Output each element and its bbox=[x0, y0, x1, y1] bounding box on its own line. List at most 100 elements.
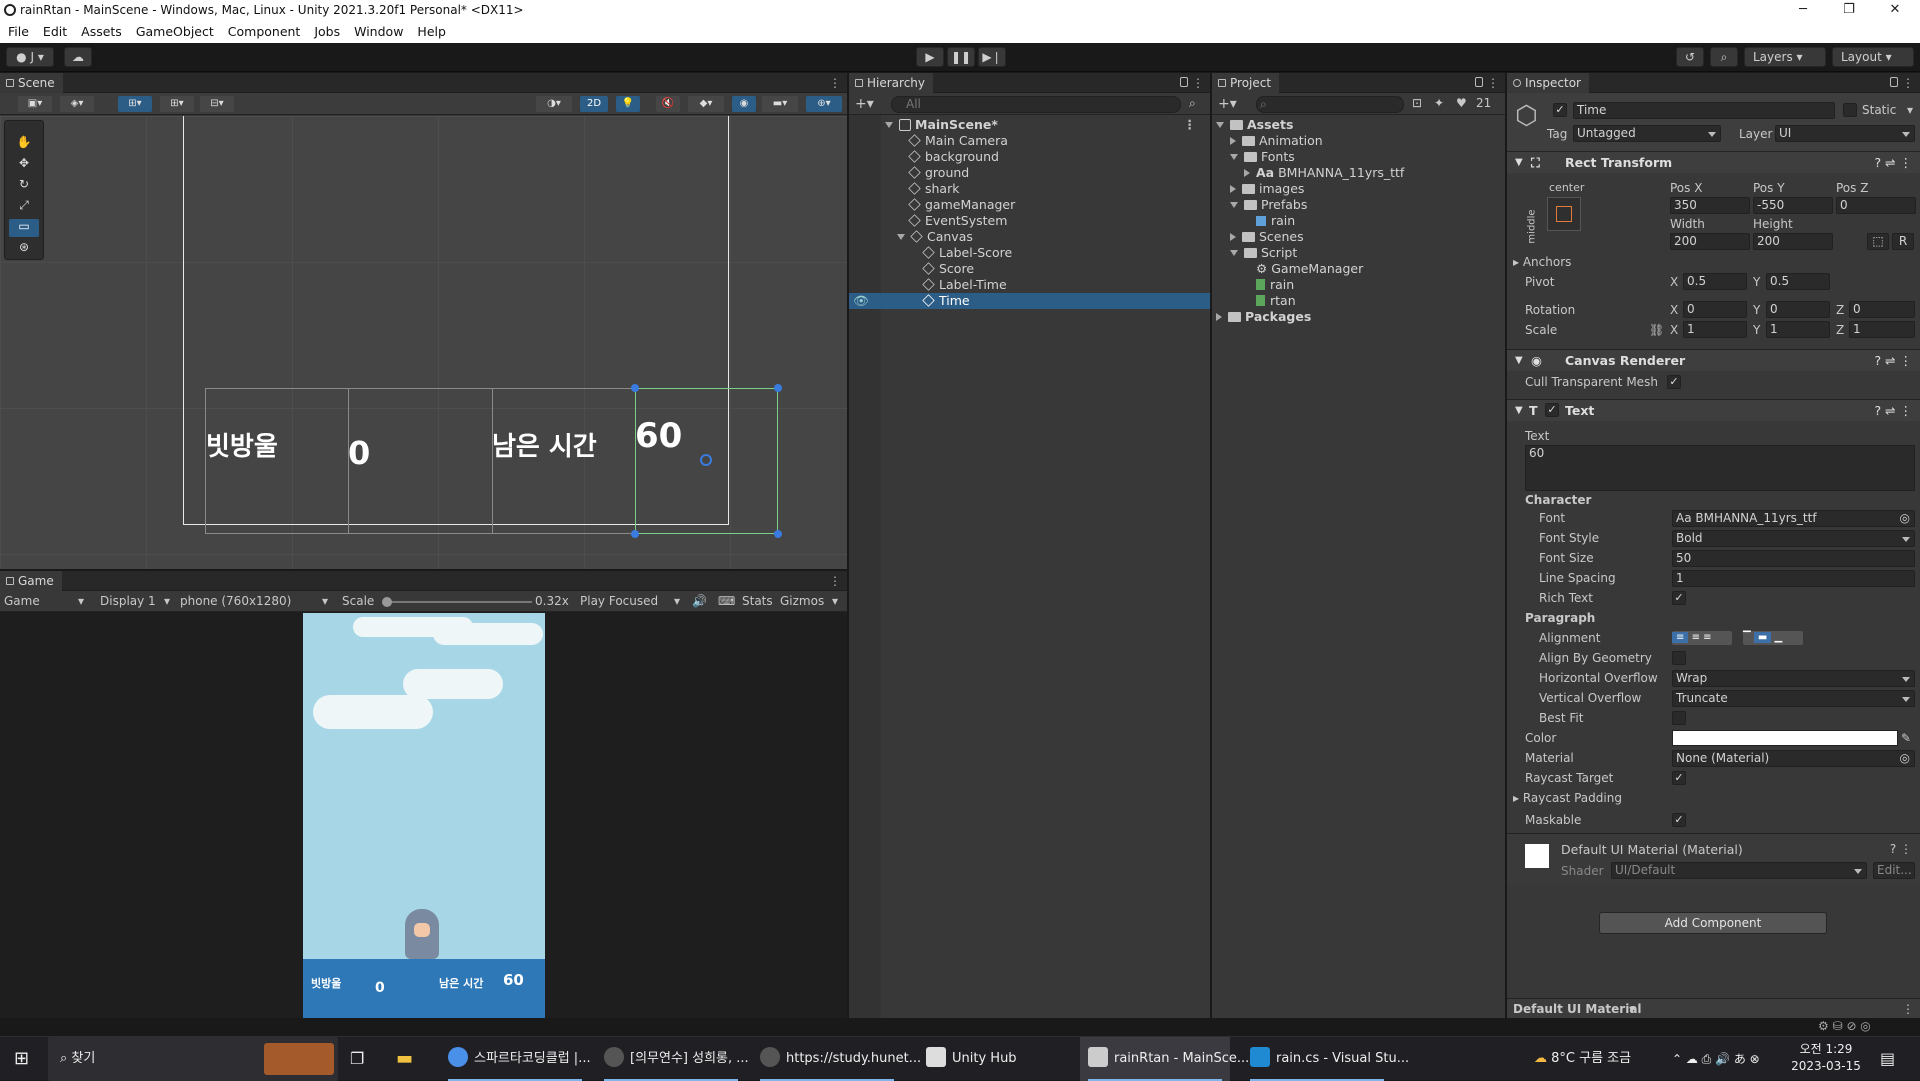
posz-input[interactable]: 0 bbox=[1836, 197, 1916, 214]
grid-snap-icon[interactable]: ⊞▾ bbox=[160, 96, 194, 112]
close-button[interactable]: ✕ bbox=[1872, 0, 1918, 22]
rect-handle[interactable] bbox=[631, 530, 639, 538]
eyedropper-icon[interactable]: ✎ bbox=[1901, 731, 1911, 745]
task-view-icon[interactable]: ❐ bbox=[350, 1037, 364, 1081]
align-left-icon[interactable]: ≡ bbox=[1672, 632, 1689, 643]
hand-tool-icon[interactable]: ✋ bbox=[9, 135, 39, 153]
tray-icons[interactable]: ⌃ ☁ ⎙ 🔊 あ ⊗ bbox=[1672, 1037, 1760, 1081]
expand-icon[interactable] bbox=[1230, 154, 1238, 160]
tab-hierarchy[interactable]: Hierarchy bbox=[849, 73, 934, 93]
favorite-icon[interactable]: ♥ bbox=[1456, 96, 1467, 110]
add-component-button[interactable]: Add Component bbox=[1599, 912, 1827, 934]
static-checkbox[interactable] bbox=[1843, 103, 1857, 117]
font-style-dropdown[interactable]: Bold bbox=[1672, 530, 1915, 547]
raycast-padding-row[interactable]: ▸ Raycast Padding bbox=[1513, 791, 1622, 805]
posy-input[interactable]: -550 bbox=[1753, 197, 1833, 214]
project-images[interactable]: images bbox=[1212, 181, 1505, 197]
raw-edit-button[interactable]: R bbox=[1892, 233, 1914, 250]
rich-text-checkbox[interactable]: ✓ bbox=[1672, 591, 1686, 605]
menu-assets[interactable]: Assets bbox=[73, 22, 128, 39]
tab-scene[interactable]: Scene bbox=[0, 73, 63, 93]
hierarchy-item-label-time[interactable]: Label-Time bbox=[849, 277, 1210, 293]
hierarchy-item-time[interactable]: 👁 Time bbox=[849, 293, 1210, 309]
status-icons[interactable]: ⚙ ⛁ ⊘ ◎ bbox=[1818, 1019, 1871, 1033]
hierarchy-menu-icon[interactable]: ⋮ bbox=[1192, 76, 1204, 90]
layout-dropdown[interactable]: Layout ▾ bbox=[1832, 47, 1914, 67]
project-search-input[interactable]: ⌕ bbox=[1256, 96, 1404, 113]
anchor-preset-button[interactable] bbox=[1547, 197, 1581, 231]
weather-widget[interactable]: ☁ 8°C 구름 조금 bbox=[1534, 1037, 1631, 1081]
search-icon[interactable]: ⌕ bbox=[1710, 47, 1738, 67]
maximize-button[interactable]: ❐ bbox=[1826, 0, 1872, 22]
rot-y-input[interactable]: 0 bbox=[1766, 301, 1830, 318]
taskbar-app-chrome-1[interactable]: 스파르타코딩클럽 |... bbox=[440, 1037, 591, 1081]
keyboard-icon[interactable]: ⌨ bbox=[718, 594, 735, 608]
taskbar-app-chrome-2[interactable]: [의무연수] 성희롱, ... bbox=[596, 1037, 749, 1081]
game-view-dropdown[interactable]: Game bbox=[4, 594, 40, 608]
taskbar-app-unity-editor[interactable]: rainRtan - MainSce... bbox=[1080, 1037, 1249, 1081]
text-component-header[interactable]: ▼ T ✓ Text ? ⇌ ⋮ bbox=[1507, 399, 1920, 421]
project-script[interactable]: Script bbox=[1212, 245, 1505, 261]
edit-shader-button[interactable]: Edit... bbox=[1873, 862, 1915, 879]
hidden-objects-icon[interactable]: ◉ bbox=[732, 96, 756, 112]
object-picker-icon[interactable]: ◎ bbox=[1900, 751, 1910, 766]
tab-project[interactable]: Project bbox=[1212, 73, 1280, 93]
taskbar-app-vscode[interactable]: rain.cs - Visual Stu... bbox=[1242, 1037, 1409, 1081]
scene-menu-icon[interactable]: ⋮ bbox=[829, 76, 841, 90]
rect-handle[interactable] bbox=[774, 530, 782, 538]
step-button[interactable]: ▶❘ bbox=[978, 47, 1006, 67]
menu-help[interactable]: Help bbox=[409, 22, 452, 39]
pivot-handle[interactable] bbox=[700, 454, 712, 466]
vertical-overflow-dropdown[interactable]: Truncate bbox=[1672, 690, 1915, 707]
font-size-input[interactable]: 50 bbox=[1672, 550, 1915, 567]
gizmos-icon[interactable]: ⊕▾ bbox=[806, 96, 842, 112]
collapse-icon[interactable] bbox=[1244, 169, 1250, 177]
hierarchy-item-shark[interactable]: shark bbox=[849, 181, 1210, 197]
effects-icon[interactable]: ◆▾ bbox=[688, 96, 724, 112]
project-script-rain[interactable]: rain bbox=[1212, 277, 1505, 293]
history-icon[interactable]: ↺ bbox=[1676, 47, 1704, 67]
project-animation[interactable]: Animation bbox=[1212, 133, 1505, 149]
pivot-x-input[interactable]: 0.5 bbox=[1683, 273, 1747, 290]
width-input[interactable]: 200 bbox=[1670, 233, 1750, 250]
game-menu-icon[interactable]: ⋮ bbox=[829, 574, 841, 588]
active-checkbox[interactable]: ✓ bbox=[1553, 103, 1567, 117]
project-script-gamemanager[interactable]: ⚙ GameManager bbox=[1212, 261, 1505, 277]
search-by-label-icon[interactable]: ✦ bbox=[1434, 96, 1444, 110]
anchors-row[interactable]: ▸ Anchors bbox=[1513, 255, 1571, 269]
expand-icon[interactable] bbox=[1230, 250, 1238, 256]
windows-start-icon[interactable]: ⊞ bbox=[14, 1037, 29, 1081]
increment-snap-icon[interactable]: ⊟▾ bbox=[200, 96, 234, 112]
pause-button[interactable]: ❚❚ bbox=[947, 47, 975, 67]
hierarchy-item-background[interactable]: background bbox=[849, 149, 1210, 165]
resolution-dropdown[interactable]: phone (760x1280) bbox=[180, 594, 291, 608]
scene-viewport[interactable]: ✋ ✥ ↻ ⤢ ▭ ⊛ 빗방울 0 남은 시간 60 bbox=[0, 116, 847, 569]
project-fonts[interactable]: Fonts bbox=[1212, 149, 1505, 165]
mute-icon[interactable]: 🔊 bbox=[692, 594, 707, 608]
taskbar-app-unity-hub[interactable]: Unity Hub bbox=[918, 1037, 1068, 1081]
font-field[interactable]: Aa BMHANNA_11yrs_ttf ◎ bbox=[1672, 510, 1915, 527]
project-menu-icon[interactable]: ⋮ bbox=[1487, 76, 1499, 90]
play-button[interactable]: ▶ bbox=[916, 47, 944, 67]
shader-dropdown[interactable]: UI/Default bbox=[1611, 862, 1867, 879]
hierarchy-item-label-score[interactable]: Label-Score bbox=[849, 245, 1210, 261]
align-geometry-checkbox[interactable] bbox=[1672, 651, 1686, 665]
menu-edit[interactable]: Edit bbox=[35, 22, 73, 39]
align-middle-icon[interactable]: ▬ bbox=[1753, 632, 1772, 643]
best-fit-checkbox[interactable] bbox=[1672, 711, 1686, 725]
tab-inspector[interactable]: Inspector bbox=[1507, 73, 1589, 93]
static-caret[interactable]: ▾ bbox=[1907, 103, 1913, 117]
hierarchy-item-gamemanager[interactable]: gameManager bbox=[849, 197, 1210, 213]
project-font-file[interactable]: Aa BMHANNA_11yrs_ttf bbox=[1212, 165, 1505, 181]
tab-game[interactable]: Game bbox=[0, 571, 62, 591]
rect-tool-icon[interactable]: ▭ bbox=[9, 219, 39, 237]
notification-icon[interactable]: ▤ bbox=[1880, 1037, 1895, 1081]
preview-caret[interactable]: ▾ bbox=[1629, 1002, 1635, 1016]
hierarchy-search-input[interactable]: All bbox=[891, 96, 1181, 113]
collapse-icon[interactable] bbox=[1230, 185, 1236, 193]
tag-dropdown[interactable]: Untagged bbox=[1573, 125, 1721, 142]
component-menu-icon[interactable]: ? ⇌ ⋮ bbox=[1874, 400, 1912, 421]
preview-menu-icon[interactable]: ⋮ bbox=[1902, 1002, 1914, 1016]
text-content-input[interactable]: 60 bbox=[1525, 445, 1915, 491]
expand-icon[interactable] bbox=[1230, 202, 1238, 208]
